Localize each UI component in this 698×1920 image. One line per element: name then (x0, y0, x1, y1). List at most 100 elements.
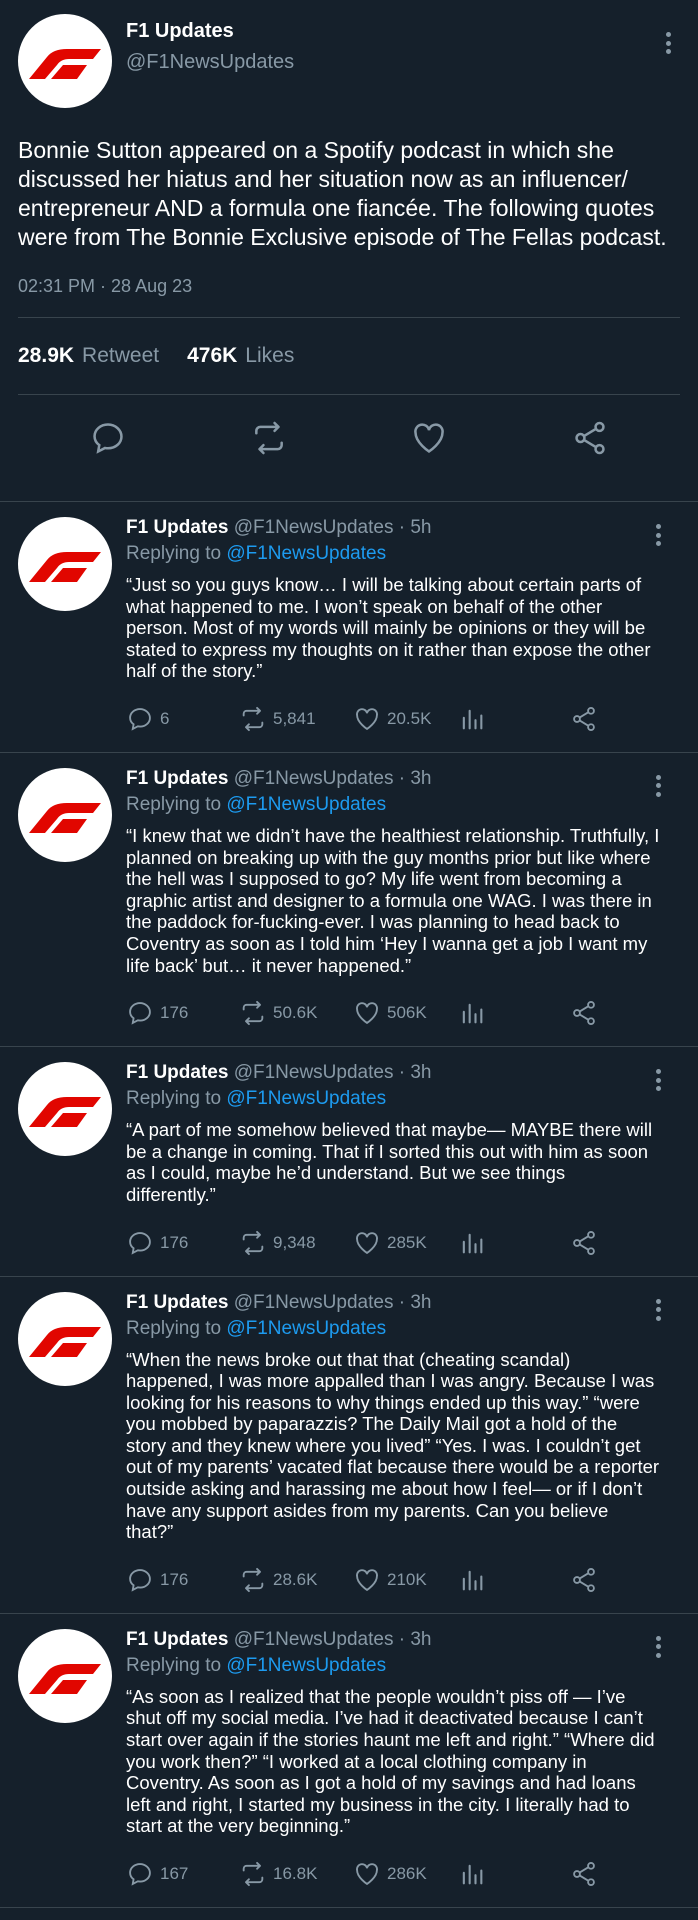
retweet-count: 9,348 (273, 1232, 316, 1252)
f1-logo-icon (29, 1097, 101, 1128)
retweet-button[interactable]: 16.8K (239, 1860, 353, 1888)
more-vertical-icon[interactable] (646, 1065, 670, 1095)
like-count: 286K (387, 1864, 427, 1883)
author-meta[interactable]: @F1NewsUpdates · 3h (234, 1629, 432, 1650)
share-button[interactable] (570, 1229, 598, 1257)
like-button[interactable]: 286K (353, 1860, 458, 1888)
like-icon[interactable] (410, 419, 448, 457)
reply-button[interactable]: 176 (126, 999, 239, 1027)
like-count: 285K (387, 1232, 427, 1252)
more-vertical-icon[interactable] (646, 520, 670, 550)
author-name[interactable]: F1 Updates (126, 1062, 228, 1083)
author-meta[interactable]: @F1NewsUpdates · 3h (234, 1062, 432, 1083)
reply-text: “When the news broke out that that (chea… (126, 1348, 660, 1543)
author-name[interactable]: F1 Updates (126, 517, 228, 538)
retweet-count: 16.8K (273, 1864, 318, 1883)
retweet-icon (242, 1230, 264, 1255)
stats-button[interactable] (458, 1566, 570, 1594)
avatar[interactable] (18, 1062, 112, 1157)
share-icon[interactable] (571, 419, 609, 457)
mention-link[interactable]: @F1NewsUpdates (226, 1655, 386, 1676)
more-vertical-icon[interactable] (646, 771, 670, 801)
reply-text: “As soon as I realized that the people w… (126, 1685, 655, 1837)
retweet-icon (242, 1001, 264, 1026)
share-button[interactable] (570, 1566, 598, 1594)
avatar[interactable] (18, 517, 112, 611)
likes-label[interactable]: Likes (245, 344, 294, 368)
stats-button[interactable] (458, 999, 570, 1027)
share-button[interactable] (570, 999, 598, 1027)
avatar[interactable] (18, 1628, 112, 1723)
author-name[interactable]: F1 Updates (126, 768, 228, 789)
author-handle[interactable]: @F1NewsUpdates (126, 51, 294, 74)
reply-button[interactable]: 176 (126, 1229, 239, 1257)
like-icon (356, 1002, 378, 1025)
likes-count[interactable]: 476K (187, 344, 237, 368)
retweet-button[interactable]: 9,348 (239, 1229, 353, 1257)
tweet-text: Bonnie Sutton appeared on a Spotify podc… (18, 137, 667, 250)
author-name[interactable]: F1 Updates (126, 1629, 228, 1650)
more-vertical-icon[interactable] (646, 1295, 670, 1325)
reply-actions: 167 16.8K 286K (126, 1841, 680, 1907)
reply-icon[interactable] (89, 419, 127, 457)
like-count: 20.5K (387, 708, 432, 728)
mention-link[interactable]: @F1NewsUpdates (226, 794, 386, 815)
share-icon (573, 1861, 595, 1887)
stats-icon (462, 1233, 483, 1253)
retweet-button[interactable]: 28.6K (239, 1566, 353, 1594)
author-name[interactable]: F1 Updates (126, 1292, 228, 1313)
stats-button[interactable] (458, 1860, 570, 1888)
stats-icon (462, 1003, 483, 1024)
share-icon (573, 706, 595, 731)
author-meta[interactable]: @F1NewsUpdates · 5h (234, 517, 432, 538)
retweet-button[interactable]: 5,841 (239, 705, 353, 733)
like-icon (356, 1231, 378, 1254)
share-button[interactable] (570, 705, 598, 733)
reply-button[interactable]: 176 (126, 1566, 239, 1594)
like-button[interactable]: 506K (353, 999, 458, 1027)
reply-icon (129, 708, 151, 731)
more-vertical-icon[interactable] (656, 28, 680, 58)
reply-actions: 176 50.6K 506K (126, 980, 680, 1046)
mention-link[interactable]: @F1NewsUpdates (226, 1088, 386, 1109)
tweet-actions (18, 395, 680, 481)
reply-tweet[interactable]: F1 Updates @F1NewsUpdates · 3h Replying … (0, 1614, 698, 1908)
mention-link[interactable]: @F1NewsUpdates (226, 543, 386, 564)
tweet-stats: 28.9K Retweet 476K Likes (18, 318, 680, 395)
retweet-icon (242, 706, 264, 731)
author-meta[interactable]: @F1NewsUpdates · 3h (234, 768, 432, 789)
reply-tweet[interactable]: F1 Updates @F1NewsUpdates · 5h Replying … (0, 502, 698, 753)
f1-logo-icon (29, 802, 101, 833)
like-button[interactable]: 20.5K (353, 705, 458, 733)
avatar[interactable] (18, 767, 112, 862)
author-name[interactable]: F1 Updates (126, 20, 294, 43)
main-tweet-header: F1 Updates @F1NewsUpdates (18, 14, 680, 110)
stats-button[interactable] (458, 1229, 570, 1257)
author-meta[interactable]: @F1NewsUpdates · 3h (234, 1292, 432, 1313)
like-button[interactable]: 285K (353, 1229, 458, 1257)
more-vertical-icon[interactable] (646, 1632, 670, 1662)
reply-tweet[interactable]: F1 Updates @F1NewsUpdates · 3h Replying … (0, 1277, 698, 1614)
share-button[interactable] (570, 1860, 598, 1888)
reply-button[interactable]: 167 (126, 1860, 239, 1888)
replying-to: Replying to @F1NewsUpdates (126, 1318, 680, 1340)
replying-to: Replying to @F1NewsUpdates (126, 794, 680, 816)
retweet-icon[interactable] (250, 419, 288, 457)
mention-link[interactable]: @F1NewsUpdates (226, 1318, 386, 1339)
replying-prefix: Replying to (126, 543, 222, 564)
replying-prefix: Replying to (126, 793, 222, 815)
stats-button[interactable] (458, 705, 570, 733)
avatar[interactable] (18, 14, 112, 108)
retweet-button[interactable]: 50.6K (239, 999, 353, 1027)
reply-tweet[interactable]: F1 Updates @F1NewsUpdates · 3h Replying … (0, 1047, 698, 1277)
retweet-icon (242, 1861, 264, 1887)
replying-prefix: Replying to (126, 1088, 222, 1110)
reply-tweet[interactable]: F1 Updates @F1NewsUpdates · 3h Replying … (0, 753, 698, 1048)
like-icon (356, 1569, 378, 1591)
avatar[interactable] (18, 1291, 112, 1386)
retweet-count[interactable]: 28.9K (18, 344, 74, 368)
retweet-label[interactable]: Retweet (82, 344, 159, 368)
stats-icon (462, 1570, 483, 1591)
like-button[interactable]: 210K (353, 1566, 458, 1594)
reply-button[interactable]: 6 (126, 705, 239, 733)
